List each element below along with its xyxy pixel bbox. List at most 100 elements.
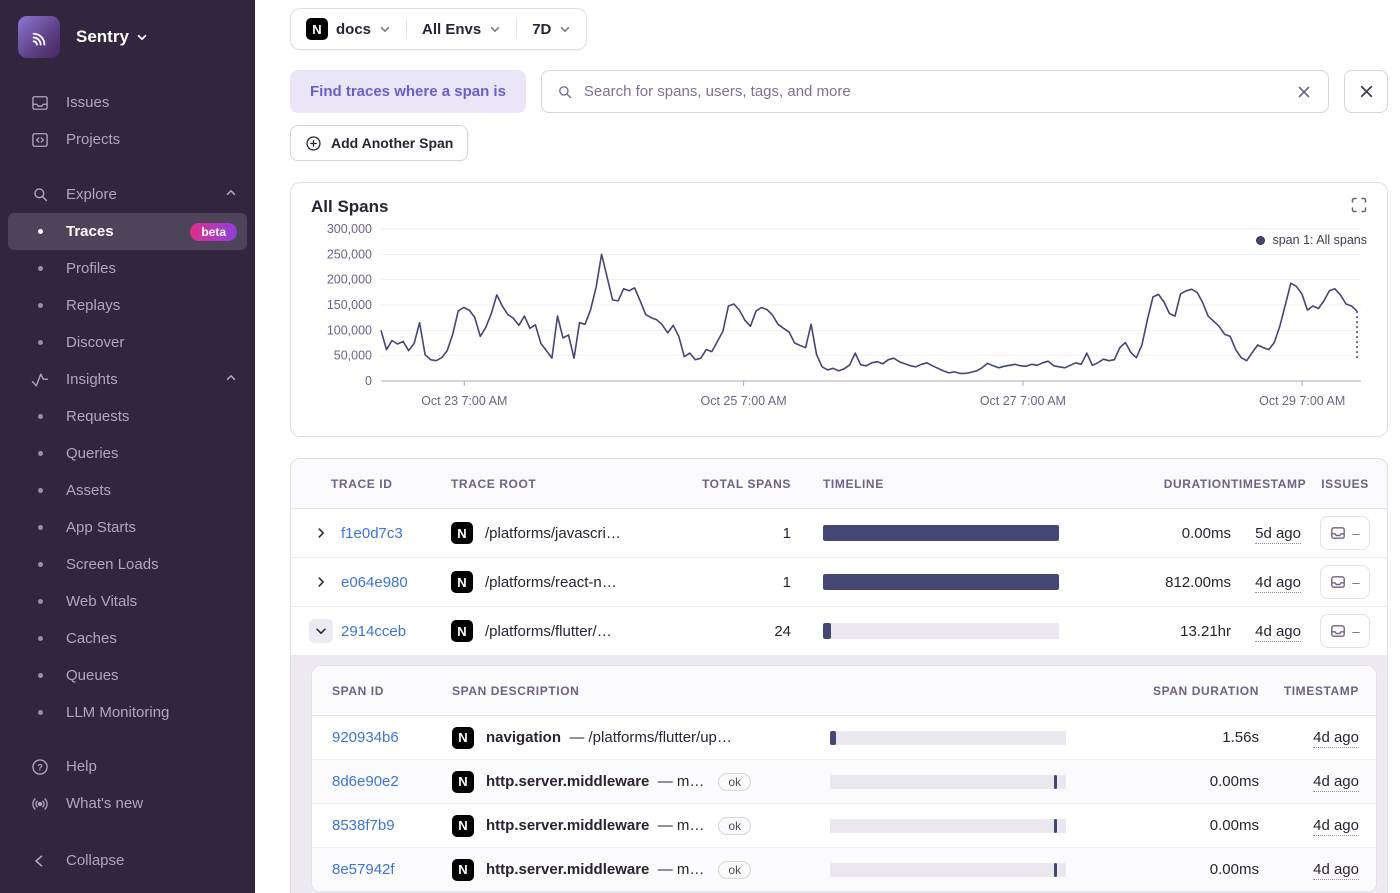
sidebar-item-label: Projects	[66, 131, 121, 148]
span-timestamp[interactable]: 4d ago	[1313, 729, 1359, 748]
span-id-link[interactable]: 8e57942f	[332, 861, 395, 878]
svg-text:200,000: 200,000	[327, 273, 372, 287]
sidebar-item-whats-new[interactable]: What's new	[8, 785, 247, 822]
sidebar-item-traces[interactable]: Traces beta	[8, 213, 247, 250]
span-description: http.server.middleware — m…	[486, 861, 705, 878]
broadcast-icon	[30, 794, 50, 814]
span-status-badge: ok	[718, 772, 752, 791]
col-trace-root: Trace Root	[451, 476, 537, 491]
expand-trace-button[interactable]	[309, 521, 333, 545]
fullscreen-icon	[1351, 197, 1367, 213]
chevron-down-icon	[137, 34, 147, 40]
daterange-selector[interactable]: 7D	[517, 21, 586, 38]
issues-button[interactable]: –	[1320, 565, 1370, 599]
trace-root: /platforms/javascri…	[485, 524, 621, 542]
sidebar-item-queries[interactable]: Queries	[8, 435, 247, 472]
sidebar-item-issues[interactable]: Issues	[8, 84, 247, 121]
chevron-down-icon	[316, 628, 326, 634]
close-icon	[1298, 86, 1310, 97]
collapse-trace-button[interactable]	[309, 619, 333, 643]
span-timeline-bar	[830, 730, 1066, 745]
environment-selector-label: All Envs	[422, 20, 482, 38]
svg-text:250,000: 250,000	[327, 247, 372, 261]
trace-id-link[interactable]: 2914cceb	[341, 623, 406, 640]
remove-span-filter-button[interactable]	[1344, 70, 1388, 113]
sidebar-item-profiles[interactable]: Profiles	[8, 250, 247, 287]
span-timestamp[interactable]: 4d ago	[1313, 861, 1359, 880]
col-span-duration: Span Duration	[1152, 683, 1259, 698]
sidebar-item-replays[interactable]: Replays	[8, 287, 247, 324]
sidebar-item-queues[interactable]: Queues	[8, 657, 247, 694]
span-row: 8e57942f Nhttp.server.middleware — m… ok 0.…	[312, 848, 1376, 892]
col-issues: Issues	[1321, 476, 1369, 491]
trace-root: /platforms/flutter/…	[485, 622, 612, 640]
span-table: Span ID Span Description Span Duration Time…	[311, 665, 1377, 893]
sidebar-item-screen-loads[interactable]: Screen Loads	[8, 546, 247, 583]
sidebar-item-help[interactable]: ? Help	[8, 748, 247, 785]
svg-text:0: 0	[365, 374, 372, 388]
issues-button[interactable]: –	[1320, 614, 1370, 648]
add-another-span-button[interactable]: Add Another Span	[290, 125, 469, 161]
svg-text:300,000: 300,000	[327, 222, 372, 236]
span-search-input[interactable]	[583, 83, 1284, 100]
sidebar-item-projects[interactable]: Projects	[8, 121, 247, 158]
col-duration: Duration	[1163, 476, 1231, 491]
span-timestamp[interactable]: 4d ago	[1313, 817, 1359, 836]
nextjs-project-icon: N	[451, 522, 473, 544]
sidebar-item-llm-monitoring[interactable]: LLM Monitoring	[8, 694, 247, 731]
sidebar-item-discover[interactable]: Discover	[8, 324, 247, 361]
chevron-right-icon	[318, 577, 324, 587]
sidebar-collapse[interactable]: Collapse	[8, 842, 247, 879]
bullet-icon	[30, 518, 50, 538]
project-selector[interactable]: N docs	[291, 18, 406, 40]
sidebar-item-caches[interactable]: Caches	[8, 620, 247, 657]
sidebar-section-insights[interactable]: Insights	[8, 361, 247, 398]
nextjs-project-icon: N	[452, 858, 474, 881]
clear-search-button[interactable]	[1294, 82, 1314, 102]
insights-items: Requests Queries Assets App Starts Screen Lo…	[0, 398, 255, 731]
fullscreen-button[interactable]	[1351, 197, 1367, 217]
sidebar-item-app-starts[interactable]: App Starts	[8, 509, 247, 546]
sidebar-item-web-vitals[interactable]: Web Vitals	[8, 583, 247, 620]
span-timestamp[interactable]: 4d ago	[1313, 773, 1359, 792]
sidebar-item-assets[interactable]: Assets	[8, 472, 247, 509]
brand[interactable]: Sentry	[0, 16, 255, 58]
sidebar-item-label: Discover	[66, 334, 125, 351]
chart-legend[interactable]: span 1: All spans	[1256, 233, 1367, 247]
bullet-icon	[30, 592, 50, 612]
span-id-link[interactable]: 8538f7b9	[332, 817, 395, 834]
span-id-link[interactable]: 920934b6	[332, 729, 399, 746]
sidebar-item-requests[interactable]: Requests	[8, 398, 247, 435]
explore-items: Traces beta Profiles Replays Discover	[0, 213, 255, 361]
app-root: Sentry Issues Projects Explore Traces be…	[0, 0, 1400, 893]
bullet-icon	[30, 407, 50, 427]
environment-selector[interactable]: All Envs	[407, 21, 516, 38]
timestamp[interactable]: 4d ago	[1255, 573, 1301, 593]
expand-trace-button[interactable]	[309, 570, 333, 594]
svg-text:Oct 27 7:00 AM: Oct 27 7:00 AM	[980, 394, 1066, 408]
span-table-header: Span ID Span Description Span Duration Time…	[312, 666, 1376, 716]
sidebar: Sentry Issues Projects Explore Traces be…	[0, 0, 255, 893]
col-span-description: Span Description	[452, 683, 580, 698]
section-label: Explore	[66, 186, 117, 203]
trace-id-link[interactable]: f1e0d7c3	[341, 525, 403, 542]
total-spans: 1	[782, 573, 791, 591]
project-selector-label: docs	[336, 20, 372, 38]
span-search-box	[540, 70, 1329, 113]
span-id-link[interactable]: 8d6e90e2	[332, 773, 399, 790]
sidebar-item-label: Traces	[66, 223, 114, 240]
bullet-icon	[30, 666, 50, 686]
timestamp[interactable]: 5d ago	[1255, 524, 1301, 544]
trace-id-link[interactable]: e064e980	[341, 574, 408, 591]
chevron-up-icon	[225, 371, 237, 388]
sidebar-section-explore[interactable]: Explore	[8, 176, 247, 213]
trace-row: e064e980 N/platforms/react-n… 1 812.00ms 4d …	[291, 558, 1387, 607]
legend-dot	[1256, 235, 1266, 245]
sidebar-item-label: Queries	[66, 445, 119, 462]
search-icon	[30, 185, 50, 205]
span-description: http.server.middleware — m…	[486, 817, 705, 834]
col-total-spans: Total Spans	[701, 476, 791, 491]
issues-button[interactable]: –	[1320, 516, 1370, 550]
chevron-down-icon	[491, 26, 500, 32]
timestamp[interactable]: 4d ago	[1255, 622, 1301, 642]
